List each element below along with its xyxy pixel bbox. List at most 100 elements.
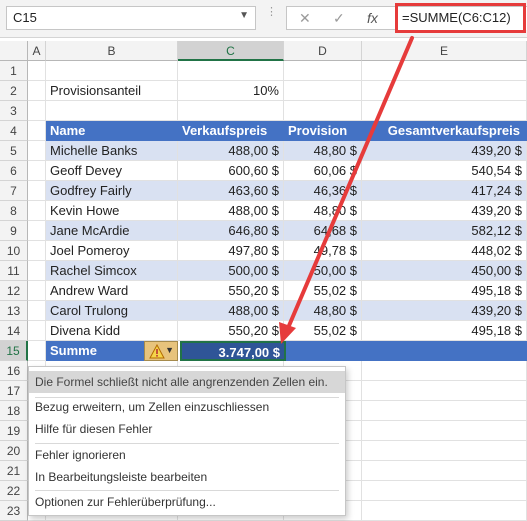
row-header-9[interactable]: 9 — [0, 221, 28, 241]
table-header[interactable]: Provision — [284, 121, 362, 141]
enter-icon[interactable]: ✓ — [333, 10, 345, 27]
cell[interactable] — [362, 421, 527, 441]
row-header-23[interactable]: 23 — [0, 501, 28, 521]
table-cell[interactable]: 48,80 $ — [284, 301, 362, 321]
menu-item-edit-in-formula-bar[interactable]: In Bearbeitungsleiste bearbeiten — [29, 466, 345, 488]
row-header-8[interactable]: 8 — [0, 201, 28, 221]
table-cell[interactable]: Joel Pomeroy — [46, 241, 178, 261]
cell[interactable] — [178, 101, 284, 121]
row-header-15[interactable]: 15 — [0, 341, 28, 361]
cell[interactable] — [28, 101, 46, 121]
cell[interactable] — [28, 181, 46, 201]
cell[interactable] — [28, 141, 46, 161]
column-header-e[interactable]: E — [362, 41, 527, 61]
table-cell[interactable]: 646,80 $ — [178, 221, 284, 241]
menu-item-ignore-error[interactable]: Fehler ignorieren — [29, 444, 345, 466]
table-cell[interactable]: Michelle Banks — [46, 141, 178, 161]
table-cell[interactable]: 64,68 $ — [284, 221, 362, 241]
row-header-19[interactable]: 19 — [0, 421, 28, 441]
column-header-a[interactable]: A — [28, 41, 46, 61]
row-header-12[interactable]: 12 — [0, 281, 28, 301]
row-header-1[interactable]: 1 — [0, 61, 28, 81]
table-cell[interactable]: 550,20 $ — [178, 281, 284, 301]
cell[interactable] — [362, 81, 527, 101]
cancel-icon[interactable]: ✕ — [299, 10, 311, 27]
table-cell[interactable]: 488,00 $ — [178, 201, 284, 221]
cell[interactable] — [284, 101, 362, 121]
cell[interactable] — [362, 61, 527, 81]
cell[interactable] — [28, 121, 46, 141]
table-cell[interactable]: 488,00 $ — [178, 141, 284, 161]
table-cell[interactable]: 495,18 $ — [362, 321, 527, 341]
cell[interactable] — [46, 101, 178, 121]
table-cell[interactable]: 55,02 $ — [284, 281, 362, 301]
cell[interactable] — [362, 401, 527, 421]
table-cell[interactable]: Carol Trulong — [46, 301, 178, 321]
row-header-4[interactable]: 4 — [0, 121, 28, 141]
column-header-d[interactable]: D — [284, 41, 362, 61]
row-header-11[interactable]: 11 — [0, 261, 28, 281]
cell[interactable] — [28, 161, 46, 181]
table-cell[interactable]: 46,36 $ — [284, 181, 362, 201]
cell[interactable] — [362, 501, 527, 521]
provision-value-cell[interactable]: 10% — [178, 81, 284, 101]
cell[interactable] — [46, 61, 178, 81]
table-cell[interactable]: 48,80 $ — [284, 201, 362, 221]
table-cell[interactable]: 500,00 $ — [178, 261, 284, 281]
row-header-17[interactable]: 17 — [0, 381, 28, 401]
row-header-2[interactable]: 2 — [0, 81, 28, 101]
row-header-22[interactable]: 22 — [0, 481, 28, 501]
table-cell[interactable]: 439,20 $ — [362, 301, 527, 321]
row-header-20[interactable]: 20 — [0, 441, 28, 461]
table-header[interactable]: Verkaufspreis — [178, 121, 284, 141]
table-cell[interactable]: 600,60 $ — [178, 161, 284, 181]
table-cell[interactable]: 417,24 $ — [362, 181, 527, 201]
cell[interactable] — [362, 381, 527, 401]
cell[interactable] — [28, 221, 46, 241]
select-all-corner[interactable] — [0, 41, 28, 61]
row-header-18[interactable]: 18 — [0, 401, 28, 421]
cell[interactable] — [284, 61, 362, 81]
error-check-button[interactable]: ▼ — [144, 341, 178, 361]
column-header-c[interactable]: C — [178, 41, 284, 61]
table-cell[interactable]: 497,80 $ — [178, 241, 284, 261]
cell[interactable] — [28, 261, 46, 281]
cell[interactable] — [28, 321, 46, 341]
total-empty-cell[interactable] — [284, 341, 362, 361]
menu-item-error-checking-options[interactable]: Optionen zur Fehlerüberprüfung... — [29, 491, 345, 513]
cell[interactable] — [28, 341, 46, 361]
table-cell[interactable]: 550,20 $ — [178, 321, 284, 341]
total-empty-cell[interactable] — [362, 341, 527, 361]
table-cell[interactable]: Divena Kidd — [46, 321, 178, 341]
cell[interactable] — [178, 61, 284, 81]
cell[interactable] — [28, 61, 46, 81]
row-header-7[interactable]: 7 — [0, 181, 28, 201]
table-header[interactable]: Name — [46, 121, 178, 141]
cell[interactable] — [28, 301, 46, 321]
cell[interactable] — [28, 201, 46, 221]
row-header-21[interactable]: 21 — [0, 461, 28, 481]
table-cell[interactable]: 50,00 $ — [284, 261, 362, 281]
menu-item-help[interactable]: Hilfe für diesen Fehler — [29, 418, 345, 440]
cell[interactable] — [362, 481, 527, 501]
table-cell[interactable]: 60,06 $ — [284, 161, 362, 181]
table-header[interactable]: Gesamtverkaufspreis — [362, 121, 527, 141]
cell[interactable] — [284, 81, 362, 101]
table-cell[interactable]: Godfrey Fairly — [46, 181, 178, 201]
cell[interactable] — [362, 461, 527, 481]
table-cell[interactable]: 49,78 $ — [284, 241, 362, 261]
fx-icon[interactable]: fx — [367, 10, 378, 26]
table-cell[interactable]: 48,80 $ — [284, 141, 362, 161]
name-box[interactable]: C15 ▼ — [6, 6, 256, 30]
provision-label-cell[interactable]: Provisionsanteil — [46, 81, 178, 101]
row-header-6[interactable]: 6 — [0, 161, 28, 181]
total-sum-cell[interactable]: 3.747,00 $ — [180, 341, 286, 361]
table-cell[interactable]: 463,60 $ — [178, 181, 284, 201]
row-header-10[interactable]: 10 — [0, 241, 28, 261]
cell[interactable] — [362, 101, 527, 121]
row-header-14[interactable]: 14 — [0, 321, 28, 341]
table-cell[interactable]: Andrew Ward — [46, 281, 178, 301]
table-cell[interactable]: 450,00 $ — [362, 261, 527, 281]
table-cell[interactable]: Geoff Devey — [46, 161, 178, 181]
table-cell[interactable]: Rachel Simcox — [46, 261, 178, 281]
